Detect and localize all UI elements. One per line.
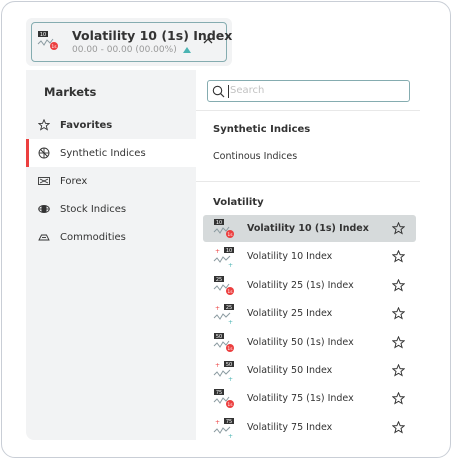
market-name: Volatility 75 (1s) Index [247, 393, 354, 405]
synthetic-section-title: Synthetic Indices [213, 124, 311, 135]
svg-text:1s: 1s [227, 346, 233, 352]
svg-text:50: 50 [226, 362, 232, 368]
sidebar-item-commodities[interactable]: Commodities [26, 223, 196, 251]
favorite-star-icon[interactable] [392, 307, 405, 320]
sidebar-item-label: Stock Indices [60, 203, 127, 215]
svg-text:10: 10 [216, 220, 222, 226]
volatility-icon: 50 + + [213, 361, 234, 382]
sidebar-item-synthetic-indices[interactable]: Synthetic Indices [26, 139, 196, 167]
market-name: Volatility 25 Index [247, 308, 333, 320]
stock-indices-icon [38, 205, 50, 213]
svg-text:75: 75 [216, 390, 222, 396]
continuous-indices-link[interactable]: Continous Indices [213, 151, 297, 162]
volatility-icon: 75 + + [213, 417, 234, 439]
forex-icon [38, 177, 50, 185]
volatility-1s-icon: 50 1s [213, 332, 234, 352]
favorite-star-icon[interactable] [392, 222, 405, 235]
market-row[interactable]: 25 + + Volatility 25 Index [203, 300, 416, 327]
search-icon [212, 85, 225, 98]
sidebar-item-favorites[interactable]: Favorites [26, 111, 196, 139]
selected-market-quote: 00.00 - 00.00 (00.00%) [72, 45, 191, 55]
svg-text:+: + [228, 319, 233, 325]
volatility-icon: 10 + + [213, 247, 234, 268]
text-caret [228, 85, 229, 98]
svg-text:1s: 1s [227, 232, 233, 238]
favorite-star-icon[interactable] [392, 420, 405, 434]
market-row[interactable]: 75 + + Volatility 75 Index [203, 414, 416, 441]
sidebar-item-forex[interactable]: Forex [26, 167, 196, 195]
market-name: Volatility 75 Index [247, 421, 333, 433]
svg-text:+: + [215, 305, 220, 312]
svg-text:10: 10 [40, 32, 46, 38]
market-row[interactable]: 50 1s Volatility 50 (1s) Index [203, 329, 416, 356]
svg-text:25: 25 [226, 305, 232, 311]
quote-value: 00.00 - 00.00 (00.00%) [72, 45, 177, 55]
svg-text:50: 50 [216, 334, 222, 340]
market-row[interactable]: 25 1s Volatility 25 (1s) Index [203, 272, 416, 299]
divider [196, 181, 420, 182]
favorite-star-icon[interactable] [392, 250, 405, 263]
sidebar-title: Markets [44, 85, 97, 99]
volatility-1s-icon: 75 1s [213, 389, 234, 409]
favorite-star-icon[interactable] [392, 335, 405, 349]
volatility-1s-icon: 25 1s [213, 275, 234, 295]
market-name: Volatility 10 Index [247, 251, 333, 263]
favorite-star-icon[interactable] [392, 392, 405, 405]
commodities-icon [38, 234, 50, 241]
market-name: Volatility 50 Index [247, 365, 333, 376]
sidebar-item-label: Forex [60, 175, 88, 187]
volatility-section-title: Volatility [213, 197, 264, 208]
volatility-icon: 25 + + [213, 304, 234, 325]
star-icon [38, 119, 50, 131]
svg-text:+: + [228, 376, 233, 382]
svg-text:1s: 1s [51, 44, 57, 50]
svg-text:+: + [228, 262, 233, 268]
market-name: Volatility 50 (1s) Index [247, 336, 354, 348]
svg-text:+: + [215, 248, 220, 255]
market-row[interactable]: 10 1s Volatility 10 (1s) Index [203, 215, 416, 242]
chevron-up-icon[interactable] [203, 37, 213, 45]
up-arrow-icon [182, 47, 191, 53]
market-row[interactable]: 50 + + Volatility 50 Index [203, 357, 416, 384]
favorite-star-icon[interactable] [392, 364, 405, 377]
volatility-1s-icon: 10 1s [213, 219, 234, 238]
sidebar-item-label: Favorites [60, 119, 113, 131]
svg-text:1s: 1s [227, 289, 233, 295]
sidebar-item-label: Commodities [60, 231, 126, 243]
svg-text:75: 75 [226, 419, 232, 425]
svg-text:+: + [228, 433, 233, 439]
synthetic-icon [38, 147, 50, 159]
svg-text:1s: 1s [227, 402, 233, 408]
market-row[interactable]: 75 1s Volatility 75 (1s) Index [203, 385, 416, 412]
market-name: Volatility 10 (1s) Index [247, 223, 369, 234]
market-name: Volatility 25 (1s) Index [247, 279, 354, 291]
favorite-star-icon[interactable] [392, 278, 405, 292]
svg-text:+: + [215, 419, 220, 426]
svg-text:10: 10 [226, 248, 232, 254]
sidebar-item-stock-indices[interactable]: Stock Indices [26, 195, 196, 223]
search-placeholder: Search [230, 85, 265, 96]
svg-text:25: 25 [216, 277, 222, 283]
sidebar-item-label: Synthetic Indices [60, 147, 146, 159]
market-row[interactable]: 10 + + Volatility 10 Index [203, 243, 416, 270]
search-input[interactable]: Search [207, 80, 410, 102]
divider [196, 110, 420, 111]
svg-text:+: + [215, 362, 220, 369]
volatility-1s-icon: 10 1s [37, 31, 58, 50]
